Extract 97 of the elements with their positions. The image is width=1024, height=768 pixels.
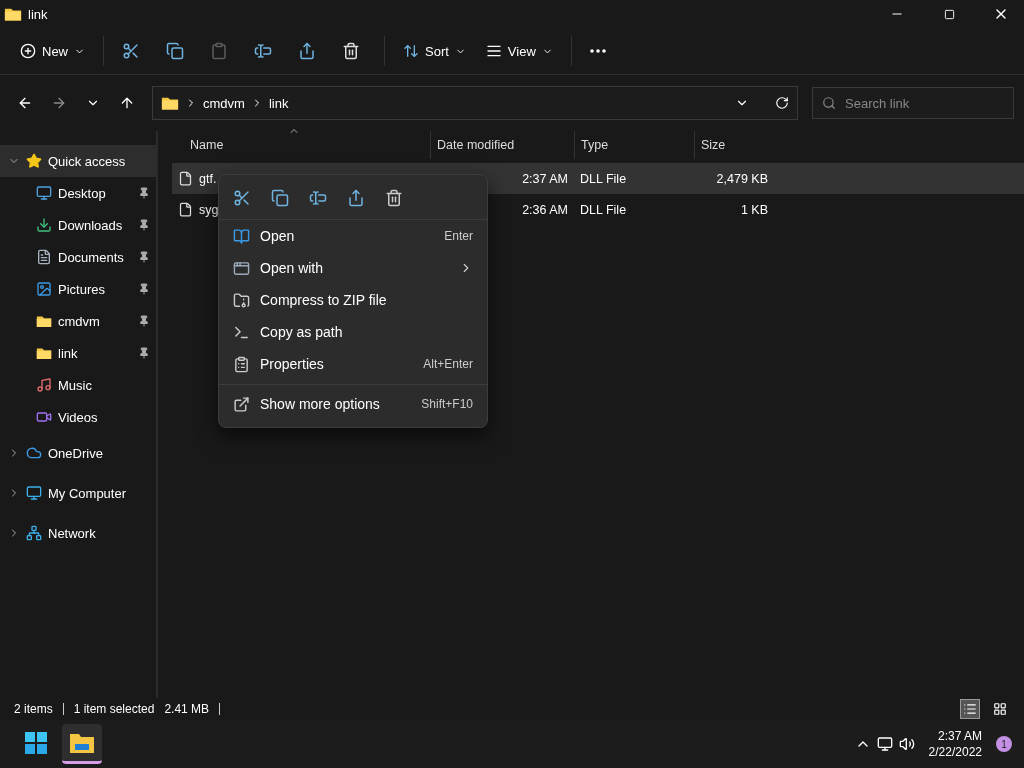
sidebar-item[interactable]: cmdvm [0,305,156,337]
size-cell: 1 KB [740,202,768,217]
star-icon [26,153,42,169]
video-icon [36,409,52,425]
sidebar-item[interactable]: Documents [0,241,156,273]
share-icon [347,189,365,207]
status-text: 1 item selected [73,702,155,716]
column-header[interactable]: Size [694,131,774,159]
file-icon [178,171,193,186]
address-bar[interactable]: cmdvm link [152,86,798,120]
lines-icon [485,43,502,59]
folder-icon [161,95,179,111]
restore-icon [943,8,955,20]
sidebar-item[interactable]: Network [0,513,156,553]
menu-item[interactable]: Compress to ZIP file [219,284,487,316]
folder-icon [69,731,95,754]
menu-item[interactable]: Open with [219,252,487,284]
status-text: 2 items [14,702,53,716]
date-cell: 2:37 AM [522,171,568,186]
file-name: syg [199,202,219,217]
sidebar-item[interactable]: Quick access [0,145,156,177]
network-icon[interactable] [876,736,893,752]
breadcrumb[interactable]: link [268,95,289,111]
delete-button[interactable] [385,189,403,207]
share-icon [298,42,316,60]
file-icon [178,202,193,217]
back-icon [17,95,33,111]
cut-button[interactable] [233,189,251,207]
download-icon [36,217,52,233]
column-header[interactable]: Type [574,131,694,159]
date-cell: 2:36 AM [522,202,568,217]
folder-icon [36,346,52,360]
music-icon [36,377,52,393]
clock[interactable]: 2:37 AM 2/22/2022 [928,728,982,760]
copy-icon [166,42,184,60]
toolbar-menu-button[interactable]: View [477,34,561,68]
copy-icon [271,189,289,207]
sidebar-item[interactable]: Downloads [0,209,156,241]
toolbar-menu-button[interactable]: Sort [395,34,474,68]
refresh-icon[interactable] [775,96,789,110]
cloud-icon [26,445,42,461]
column-header[interactable]: Date modified [430,131,574,159]
external-link-icon [233,395,250,413]
menu-item[interactable]: Properties Alt+Enter [219,348,487,380]
size-cell: 2,479 KB [716,171,768,186]
windows-logo-icon [24,730,48,755]
more-icon [589,49,606,53]
sidebar-item[interactable]: Desktop [0,177,156,209]
zip-folder-icon [233,291,250,309]
computer-icon [26,485,42,501]
monitor-icon [36,185,52,201]
column-header[interactable]: Name [172,131,430,159]
paste-icon [210,42,228,60]
sidebar-item[interactable]: OneDrive [0,433,156,473]
cut-icon [122,42,140,60]
share-button[interactable] [347,189,365,207]
rename-icon [309,189,327,207]
sidebar-item[interactable]: Videos [0,401,156,433]
properties-icon [233,355,250,373]
file-name: gtf. [199,171,217,186]
rename-icon [254,42,272,60]
volume-icon[interactable] [898,736,915,752]
search-field[interactable]: Search link [812,87,1014,119]
delete-icon [385,189,403,207]
folder-icon [4,6,22,22]
up-icon [119,95,135,111]
sidebar-item[interactable]: link [0,337,156,369]
menu-item[interactable]: Show more options Shift+F10 [219,384,487,423]
window-icon [233,259,250,277]
book-icon [233,227,250,245]
delete-icon [342,42,360,60]
status-text: 2.41 MB [164,702,210,716]
explorer-taskbar-button[interactable] [62,724,102,764]
details-view-button[interactable] [960,699,980,719]
type-cell: DLL File [580,171,627,186]
forward-icon [51,95,67,111]
copy-button[interactable] [271,189,289,207]
document-icon [36,249,52,265]
search-icon [822,96,836,110]
picture-icon [36,281,52,297]
list-icon [963,702,977,716]
window-title: link [28,6,48,22]
sort-icon [403,43,419,59]
breadcrumb[interactable]: cmdvm [203,95,245,111]
cut-icon [233,189,251,207]
grid-icon [993,702,1007,716]
folder-icon [36,314,52,328]
notification-badge[interactable]: 1 [996,736,1012,752]
type-cell: DLL File [580,202,627,217]
new-button[interactable]: New [12,34,93,68]
menu-item[interactable]: Copy as path [219,316,487,348]
plus-icon [20,43,36,59]
sidebar-item[interactable]: Pictures [0,273,156,305]
rename-button[interactable] [309,189,327,207]
sidebar-item[interactable]: Music [0,369,156,401]
network-icon [26,525,42,541]
sidebar-item[interactable]: My Computer [0,473,156,513]
